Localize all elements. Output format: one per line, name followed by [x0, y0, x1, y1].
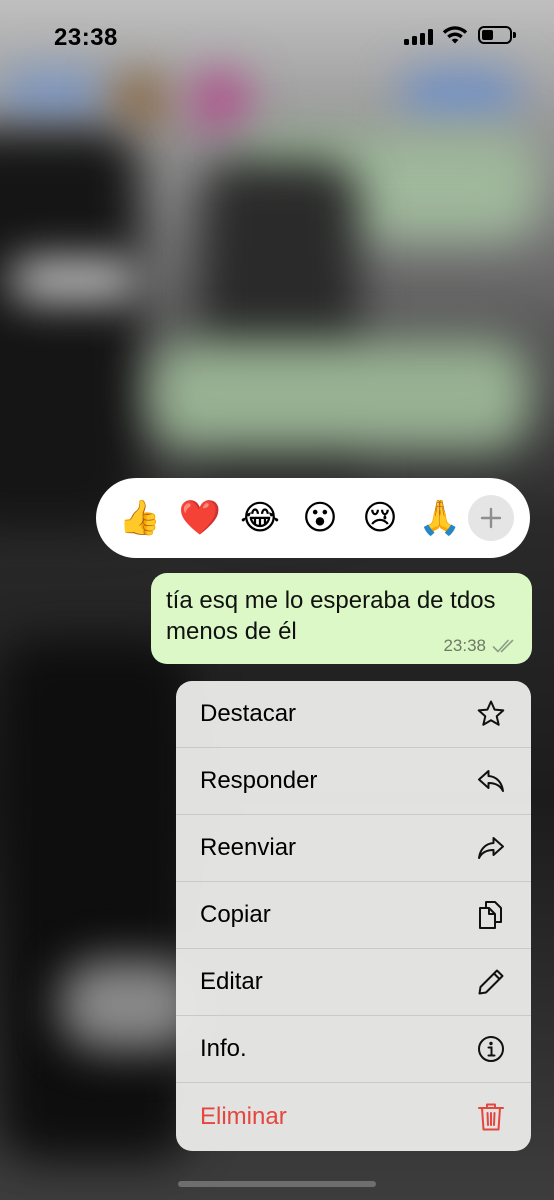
star-icon	[475, 698, 507, 730]
plus-icon	[480, 507, 502, 529]
menu-item-label: Info.	[200, 1035, 247, 1062]
message-meta: 23:38	[443, 636, 518, 656]
more-reactions-button[interactable]	[468, 495, 514, 541]
double-check-icon	[492, 639, 514, 653]
info-icon	[475, 1033, 507, 1065]
message-time: 23:38	[443, 636, 486, 655]
menu-item-label: Reenviar	[200, 834, 297, 861]
status-bar: 23:38	[0, 0, 554, 72]
menu-item-delete[interactable]: Eliminar	[176, 1083, 531, 1150]
reaction-crying[interactable]: 😢	[350, 488, 410, 548]
menu-item-copy[interactable]: Copiar	[176, 882, 531, 949]
wifi-icon	[442, 26, 468, 44]
reaction-folded-hands[interactable]: 🙏	[410, 488, 470, 548]
message-context-menu: Destacar Responder Reenviar Copiar Edita…	[176, 681, 531, 1151]
reaction-surprised[interactable]: 😮	[290, 488, 350, 548]
cellular-signal-icon	[404, 29, 433, 45]
menu-item-label: Eliminar	[200, 1102, 287, 1130]
reaction-thumbs-up[interactable]: 👍	[110, 488, 170, 548]
trash-icon	[475, 1101, 507, 1133]
status-time: 23:38	[54, 24, 118, 51]
copy-icon	[475, 899, 507, 931]
pencil-icon	[475, 966, 507, 998]
menu-item-label: Destacar	[200, 700, 297, 727]
battery-icon	[478, 26, 516, 44]
menu-item-label: Editar	[200, 968, 263, 995]
menu-item-reply[interactable]: Responder	[176, 748, 531, 815]
message-bubble[interactable]: tía esq me lo esperaba de tdos menos de …	[151, 573, 532, 664]
menu-item-forward[interactable]: Reenviar	[176, 815, 531, 882]
home-indicator[interactable]	[178, 1181, 376, 1187]
forward-icon	[475, 832, 507, 864]
menu-item-label: Copiar	[200, 901, 271, 928]
menu-item-edit[interactable]: Editar	[176, 949, 531, 1016]
reaction-red-heart[interactable]: ❤️	[170, 488, 230, 548]
reaction-tears-of-joy[interactable]: 😂	[230, 488, 290, 548]
menu-item-info[interactable]: Info.	[176, 1016, 531, 1083]
menu-item-star[interactable]: Destacar	[176, 681, 531, 748]
reply-icon	[475, 765, 507, 797]
menu-item-label: Responder	[200, 767, 318, 794]
reaction-bar: 👍 ❤️ 😂 😮 😢 🙏	[96, 478, 530, 558]
